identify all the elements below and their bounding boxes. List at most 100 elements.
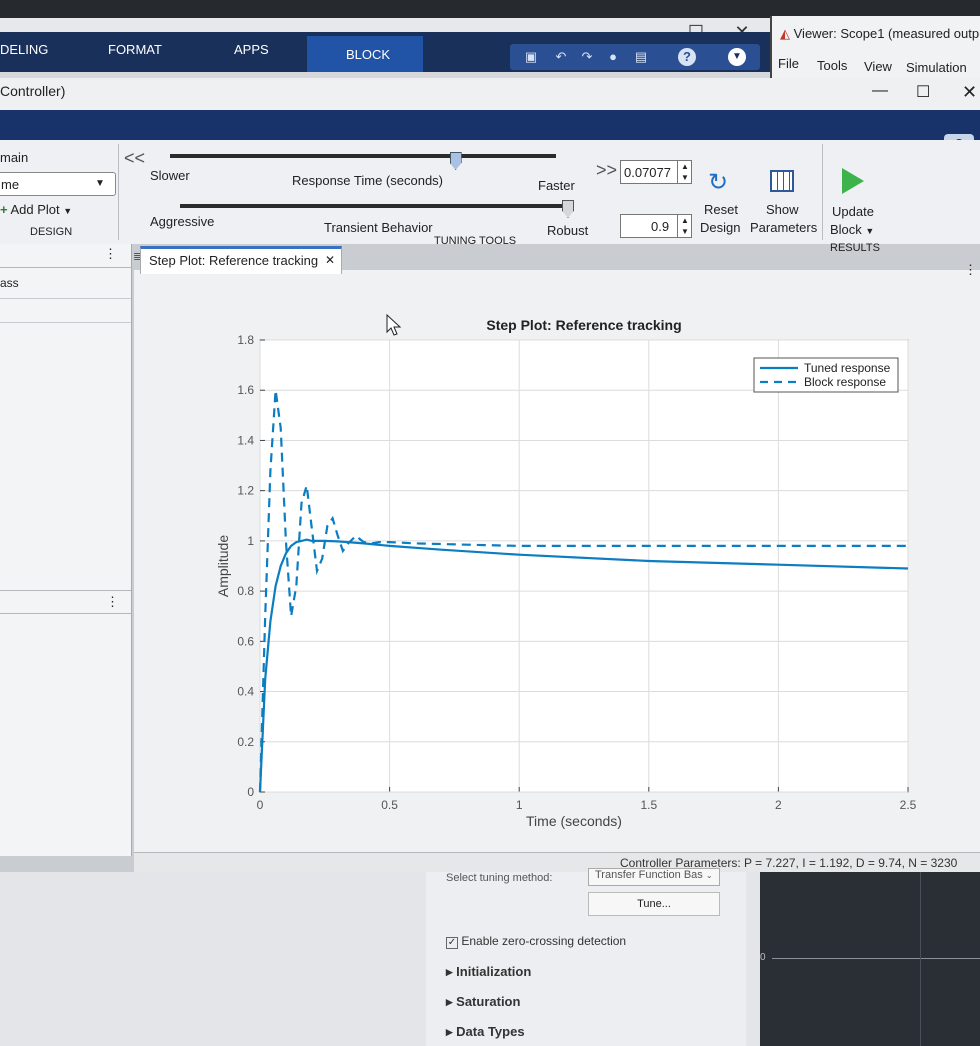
tab-modeling[interactable]: DELING [0,42,48,57]
redo-icon[interactable]: ↷ [578,48,596,66]
save-icon[interactable]: ▣ [522,48,540,66]
response-time-label: Response Time (seconds) [292,173,444,188]
left-pane-header: ⋮ [0,244,131,268]
y-tick-label: 0.6 [237,634,254,648]
section-divider [822,144,823,240]
chevron-down-icon: ▼ [865,226,875,236]
more-options-icon[interactable]: ⋮ [104,246,117,262]
legend-entry: Tuned response [804,361,891,375]
chevron-down-icon[interactable]: ▼ [728,48,746,66]
reset-label-1: Reset [704,202,738,217]
section-initialization-label: Initialization [456,964,532,979]
faster-label: Faster [538,178,575,193]
chevron-right-icon: ▸ [446,994,453,1009]
viewer-menu-file[interactable]: File [778,56,799,71]
update-label-1: Update [832,204,874,219]
pid-tuner-ribbon: main me ▼ + Add Plot ▼ DESIGN << Slower … [0,140,980,254]
tab-format[interactable]: FORMAT [108,42,162,57]
x-tick-label: 2 [775,798,782,812]
scope-zero-line [772,958,980,959]
response-time-value[interactable]: 0.07077 [624,165,671,180]
plus-icon: + [0,202,8,217]
step-plot-figure: 0 0.5 1 1.5 2 2.5 0 0.2 0.4 0.6 0.8 1 1.2 1.4 1.6 1.8 St… [215,317,917,829]
section-initialization[interactable]: ▸ Initialization [446,964,531,980]
response-time-slider-track[interactable] [170,154,556,158]
tuning-method-value: Transfer Function Bas [595,869,703,881]
viewer-menu-simulation[interactable]: Simulation [906,60,967,75]
y-tick-label: 1.6 [237,383,254,397]
tab-step-plot-label: Step Plot: Reference tracking [149,253,319,268]
transient-slider-thumb[interactable] [562,200,574,218]
slower-label: Slower [150,168,190,183]
tab-block[interactable]: BLOCK [346,47,390,62]
domain-dropdown[interactable]: me ▼ [0,172,116,196]
viewer-title-text: Viewer: Scope1 (measured outpu [793,26,980,41]
add-plot-label: Add Plot [10,202,60,217]
help-icon[interactable]: ? [678,48,696,66]
update-label-2: Block [830,222,862,237]
status-bar: Controller Parameters: P = 7.227, I = 1.… [134,852,980,872]
tune-button[interactable]: Tune... [588,892,720,916]
tuning-method-select[interactable]: Transfer Function Bas ⌄ [588,868,720,886]
mouse-cursor-icon [386,314,402,336]
section-saturation[interactable]: ▸ Saturation [446,994,520,1010]
more-options-icon[interactable]: ⋮ [964,262,977,278]
reset-design-button[interactable]: ↻ Reset Design [698,168,742,236]
results-section-label: RESULTS [830,242,880,254]
chart-title: Step Plot: Reference tracking [486,317,681,333]
checkbox-checked-icon: ✓ [446,937,458,949]
viewer-menu-view[interactable]: View [864,59,892,74]
spinner-arrows-icon[interactable]: ▲ ▼ [677,215,689,237]
update-block-button[interactable]: Update Block ▼ [828,168,878,237]
collapse-tuning-icon[interactable]: << [124,148,145,169]
robust-label: Robust [547,223,589,238]
update-label-2-dropdown[interactable]: Block ▼ [830,222,874,237]
scope-grid-line [920,872,921,1046]
transient-value[interactable]: 0.9 [651,219,669,234]
show-parameters-icon [770,170,794,192]
pid-maximize-button[interactable]: ☐ [916,82,930,102]
update-block-icon [842,168,864,194]
transient-spinner[interactable]: 0.9 ▲ ▼ [620,214,692,238]
tab-apps[interactable]: APPS [234,42,269,57]
add-plot-button[interactable]: + Add Plot ▼ [0,202,72,217]
legend-entry: Block response [804,375,886,389]
y-tick-label: 0.8 [237,584,254,598]
show-parameters-button[interactable]: Show Parameters [750,168,817,236]
x-tick-label: 0.5 [381,798,398,812]
zero-crossing-checkbox[interactable]: ✓ Enable zero-crossing detection [446,934,626,949]
close-tab-icon[interactable]: ✕ [325,253,335,267]
domain-dropdown-value: me [1,177,20,192]
y-tick-label: 0.2 [237,735,254,749]
pid-close-button[interactable]: ✕ [962,82,977,103]
search-icon[interactable]: ● [604,48,622,66]
transient-slider-track[interactable] [180,204,568,208]
y-tick-label: 1 [247,534,254,548]
spinner-arrows-icon[interactable]: ▲ ▼ [677,161,689,183]
undo-icon[interactable]: ↶ [552,48,570,66]
response-time-spinner[interactable]: 0.07077 ▲ ▼ [620,160,692,184]
response-time-slider-thumb[interactable] [449,152,462,170]
scope-display: 0 [760,872,980,1046]
chevron-down-icon: ▼ [95,178,105,189]
more-options-icon[interactable]: ⋮ [106,594,119,610]
y-tick-label: 1.2 [237,484,254,498]
section-divider [118,144,119,240]
left-pane-item[interactable]: ass [0,276,19,290]
zero-crossing-label: Enable zero-crossing detection [461,934,627,948]
x-tick-label: 0 [257,798,264,812]
viewer-menu-tools[interactable]: Tools [817,58,847,73]
chevron-right-icon: ▸ [446,964,453,979]
transient-behavior-label: Transient Behavior [324,220,433,235]
design-section-label: DESIGN [30,226,73,238]
tab-step-plot[interactable]: Step Plot: Reference tracking ✕ [140,246,342,274]
section-data-types-label: Data Types [456,1024,525,1039]
shortcut-icon[interactable]: ▤ [632,48,650,66]
pid-minimize-button[interactable]: — [872,82,888,100]
y-tick-label: 0.4 [237,685,254,699]
left-data-browser: ⋮ ass ⋮ [0,244,132,856]
expand-tuning-icon[interactable]: >> [596,160,617,181]
chevron-down-icon: ▼ [63,206,73,216]
left-pane-lower-header: ⋮ [0,590,131,614]
section-data-types[interactable]: ▸ Data Types [446,1024,525,1040]
